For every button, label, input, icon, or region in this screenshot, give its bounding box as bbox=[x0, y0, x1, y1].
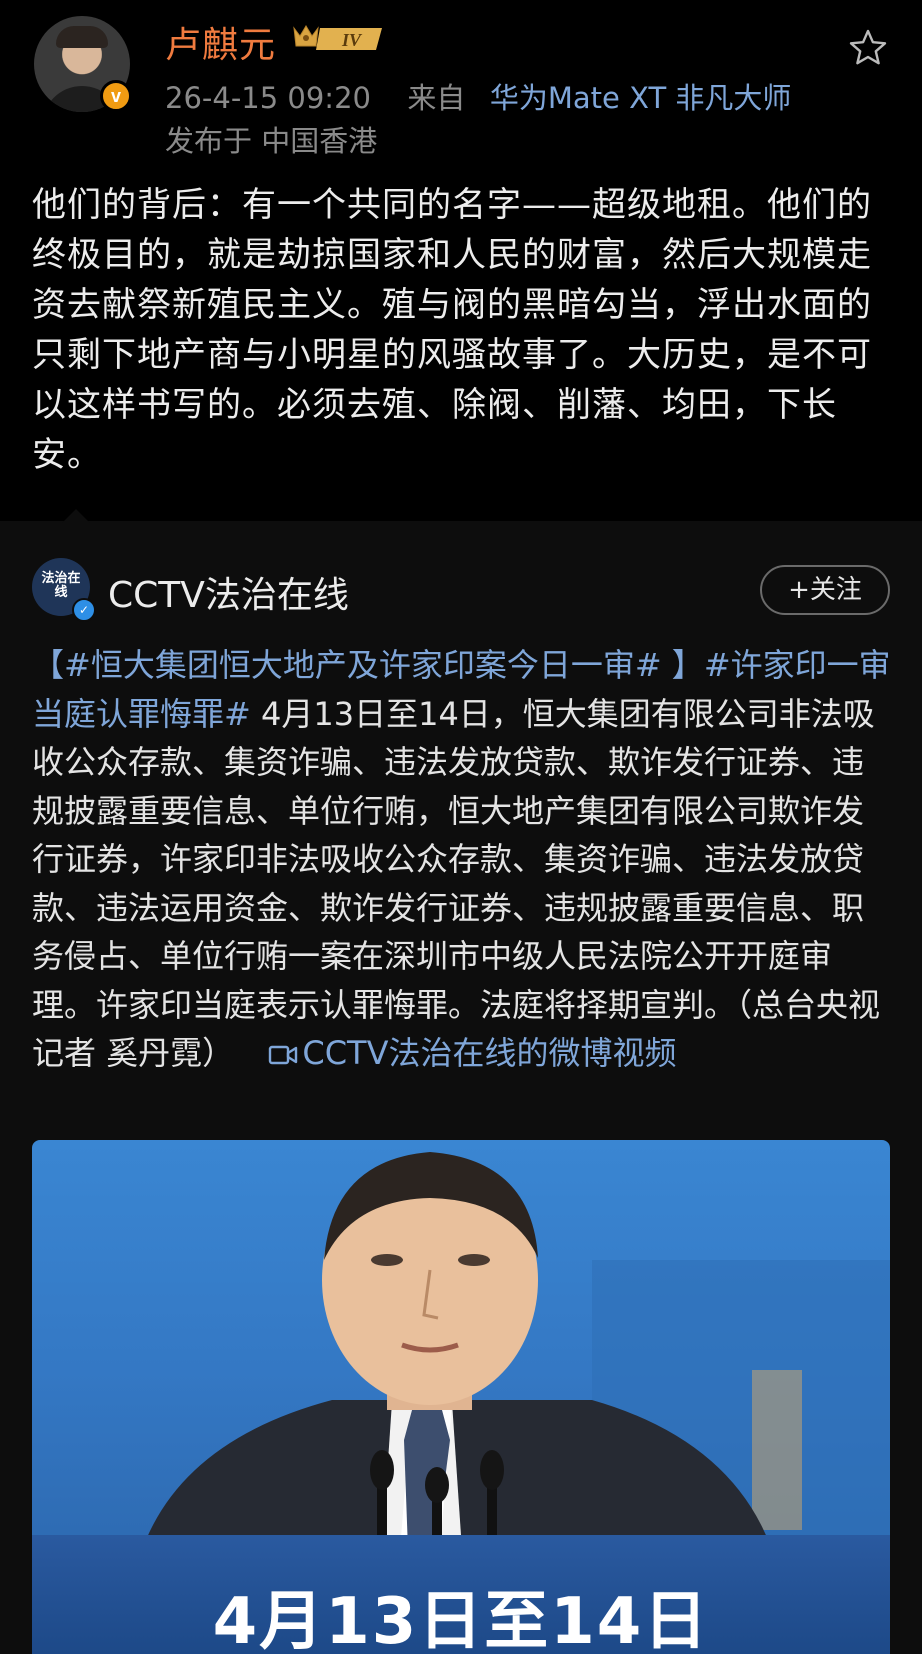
level-badge-icon: IV bbox=[293, 25, 382, 50]
repost-body-text: 4月13日至14日，恒大集团有限公司非法吸收公众存款、集资诈骗、违法发放贷款、欺… bbox=[32, 694, 881, 1073]
follow-button[interactable]: +关注 bbox=[760, 565, 890, 615]
video-link[interactable]: CCTV法治在线的微博视频 bbox=[302, 1034, 676, 1072]
repost-pointer bbox=[62, 509, 90, 523]
post-location: 发布于 中国香港 bbox=[165, 124, 378, 158]
post-meta: 26-4-15 09:20 来自 华为Mate XT 非凡大师 bbox=[165, 75, 791, 117]
weibo-post-screen: v 卢麒元 IV 26-4-15 09:20 来自 华为Mate XT 非凡大师… bbox=[0, 0, 922, 1654]
source-name[interactable]: CCTV法治在线 bbox=[108, 566, 349, 618]
verified-badge: v bbox=[100, 80, 132, 112]
repost-body: 【#恒大集团恒大地产及许家印案今日一审# 】#许家印一审当庭认罪悔罪# 4月13… bbox=[32, 641, 894, 1078]
star-outline-icon[interactable] bbox=[848, 28, 888, 68]
video-thumbnail[interactable]: 4月13日至14日 bbox=[32, 1140, 890, 1654]
level-badge-text: IV bbox=[341, 30, 363, 50]
post-body-text: 他们的背后：有一个共同的名字——超级地租。他们的终极目的，就是劫掠国家和人民的财… bbox=[32, 185, 872, 475]
video-camera-icon[interactable] bbox=[268, 1044, 298, 1066]
device-link[interactable]: 华为Mate XT 非凡大师 bbox=[490, 81, 792, 115]
video-caption: 4月13日至14日 bbox=[212, 1585, 710, 1654]
source-logo-text: 法治在线 bbox=[41, 571, 81, 600]
from-label: 来自 bbox=[407, 81, 466, 115]
original-post: v 卢麒元 IV 26-4-15 09:20 来自 华为Mate XT 非凡大师… bbox=[0, 0, 922, 525]
post-timestamp: 26-4-15 09:20 bbox=[165, 81, 371, 115]
source-verified-badge: ✓ bbox=[72, 598, 96, 622]
hashtag-topic-1[interactable]: 【#恒大集团恒大地产及许家印案今日一审# 】 bbox=[32, 646, 704, 684]
author-name[interactable]: 卢麒元 bbox=[165, 16, 276, 68]
avatar-hair bbox=[56, 26, 108, 48]
